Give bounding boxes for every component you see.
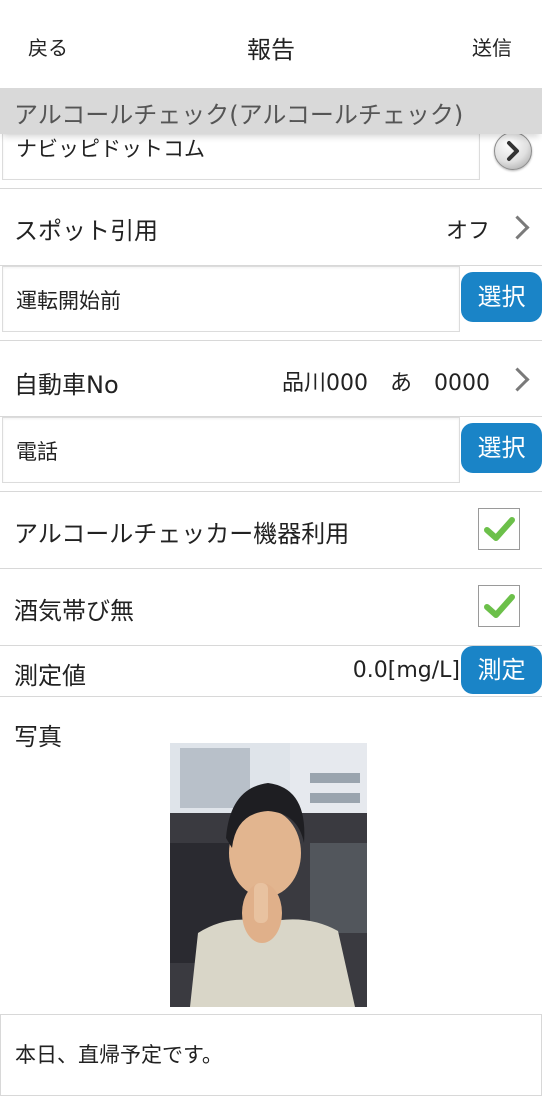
person-photo [170,743,367,1007]
spot-quote-row[interactable]: スポット引用 オフ [0,189,542,266]
top-bar: 戻る 報告 送信 [0,0,542,88]
measure-button[interactable]: 測定 [461,646,542,694]
contact-value: 電話 [16,440,58,464]
measure-value: 0.0[mg/L] [352,658,460,683]
timing-value: 運転開始前 [16,289,121,313]
checkmark-icon [484,594,515,618]
photo-label: 写真 [14,723,62,751]
company-value: ナビッピドットコム [16,137,205,161]
timing-field[interactable]: 運転開始前 [2,266,460,332]
page-title: 報告 [247,36,295,64]
timing-select-button[interactable]: 選択 [461,272,542,322]
no-alcohol-row: 酒気帯び無 [0,569,542,646]
memo-field[interactable]: 本日、直帰予定です。 [0,1014,542,1096]
no-alcohol-label: 酒気帯び無 [14,597,134,625]
memo-value: 本日、直帰予定です。 [15,1043,223,1067]
measure-row: 測定値 0.0[mg/L] 測定 [0,646,542,697]
checker-checkbox[interactable] [478,508,520,550]
arrow-right-icon [507,141,519,161]
send-button[interactable]: 送信 [472,32,512,61]
spot-quote-label: スポット引用 [14,217,158,245]
chevron-right-icon [505,215,530,240]
vehicle-value: 品川000 あ 0000 [282,371,490,396]
measure-label: 測定値 [14,662,86,690]
chevron-right-icon [505,367,530,392]
section-header: アルコールチェック(アルコールチェック) [0,88,542,134]
photo-thumbnail[interactable] [170,743,367,1007]
vehicle-row[interactable]: 自動車No 品川000 あ 0000 [0,341,542,417]
contact-field[interactable]: 電話 [2,417,460,483]
company-row: ナビッピドットコム [0,132,542,189]
checkmark-icon [484,517,515,541]
vehicle-label: 自動車No [14,371,119,399]
spot-quote-value: オフ [445,219,490,244]
contact-row: 電話 選択 [0,417,542,492]
contact-select-button[interactable]: 選択 [461,423,542,473]
company-field[interactable]: ナビッピドットコム [2,132,480,180]
checker-row: アルコールチェッカー機器利用 [0,492,542,569]
section-title: アルコールチェック(アルコールチェック) [14,101,464,129]
timing-row: 運転開始前 選択 [0,266,542,341]
no-alcohol-checkbox[interactable] [478,585,520,627]
round-arrow-icon[interactable] [494,132,532,170]
checker-label: アルコールチェッカー機器利用 [14,520,350,548]
